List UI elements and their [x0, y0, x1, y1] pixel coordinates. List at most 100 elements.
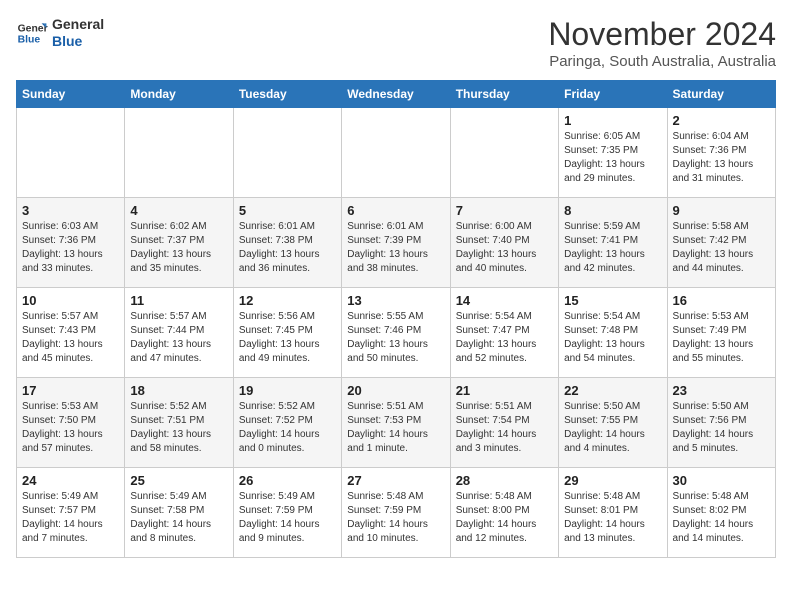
day-info: Sunrise: 6:00 AM Sunset: 7:40 PM Dayligh…	[456, 220, 553, 276]
logo-text-general: General	[52, 16, 104, 33]
day-info: Sunrise: 5:54 AM Sunset: 7:48 PM Dayligh…	[564, 310, 661, 366]
day-number: 6	[347, 203, 444, 218]
calendar-cell: 18 Sunrise: 5:52 AM Sunset: 7:51 PM Dayli…	[125, 378, 233, 468]
calendar-week-1: 1 Sunrise: 6:05 AM Sunset: 7:35 PM Daylig…	[17, 108, 776, 198]
logo: General Blue General Blue	[16, 16, 104, 50]
calendar-cell: 14 Sunrise: 5:54 AM Sunset: 7:47 PM Dayli…	[450, 288, 558, 378]
calendar-cell: 19 Sunrise: 5:52 AM Sunset: 7:52 PM Dayli…	[233, 378, 341, 468]
weekday-tuesday: Tuesday	[233, 81, 341, 108]
day-info: Sunrise: 5:48 AM Sunset: 8:02 PM Dayligh…	[673, 490, 770, 546]
day-number: 22	[564, 383, 661, 398]
day-info: Sunrise: 6:01 AM Sunset: 7:39 PM Dayligh…	[347, 220, 444, 276]
calendar-cell: 1 Sunrise: 6:05 AM Sunset: 7:35 PM Daylig…	[559, 108, 667, 198]
day-info: Sunrise: 5:48 AM Sunset: 8:00 PM Dayligh…	[456, 490, 553, 546]
calendar-cell	[17, 108, 125, 198]
calendar-cell: 26 Sunrise: 5:49 AM Sunset: 7:59 PM Dayli…	[233, 468, 341, 558]
calendar-cell: 17 Sunrise: 5:53 AM Sunset: 7:50 PM Dayli…	[17, 378, 125, 468]
calendar-cell: 21 Sunrise: 5:51 AM Sunset: 7:54 PM Dayli…	[450, 378, 558, 468]
day-info: Sunrise: 5:53 AM Sunset: 7:50 PM Dayligh…	[22, 400, 119, 456]
day-info: Sunrise: 5:53 AM Sunset: 7:49 PM Dayligh…	[673, 310, 770, 366]
day-number: 20	[347, 383, 444, 398]
day-info: Sunrise: 6:01 AM Sunset: 7:38 PM Dayligh…	[239, 220, 336, 276]
day-info: Sunrise: 5:48 AM Sunset: 7:59 PM Dayligh…	[347, 490, 444, 546]
day-number: 17	[22, 383, 119, 398]
weekday-monday: Monday	[125, 81, 233, 108]
calendar-cell: 15 Sunrise: 5:54 AM Sunset: 7:48 PM Dayli…	[559, 288, 667, 378]
day-info: Sunrise: 5:57 AM Sunset: 7:44 PM Dayligh…	[130, 310, 227, 366]
day-number: 10	[22, 293, 119, 308]
day-number: 12	[239, 293, 336, 308]
day-info: Sunrise: 5:58 AM Sunset: 7:42 PM Dayligh…	[673, 220, 770, 276]
calendar-cell: 28 Sunrise: 5:48 AM Sunset: 8:00 PM Dayli…	[450, 468, 558, 558]
day-number: 1	[564, 113, 661, 128]
calendar-cell: 4 Sunrise: 6:02 AM Sunset: 7:37 PM Daylig…	[125, 198, 233, 288]
day-number: 9	[673, 203, 770, 218]
weekday-saturday: Saturday	[667, 81, 775, 108]
day-number: 16	[673, 293, 770, 308]
calendar-cell: 10 Sunrise: 5:57 AM Sunset: 7:43 PM Dayli…	[17, 288, 125, 378]
title-section: November 2024 Paringa, South Australia, …	[548, 16, 776, 70]
day-info: Sunrise: 5:54 AM Sunset: 7:47 PM Dayligh…	[456, 310, 553, 366]
day-number: 8	[564, 203, 661, 218]
day-number: 5	[239, 203, 336, 218]
day-number: 21	[456, 383, 553, 398]
day-info: Sunrise: 6:05 AM Sunset: 7:35 PM Dayligh…	[564, 130, 661, 186]
calendar-cell: 25Sunrise: 5:49 AM Sunset: 7:58 PM Dayli…	[125, 468, 233, 558]
calendar-week-2: 3 Sunrise: 6:03 AM Sunset: 7:36 PM Daylig…	[17, 198, 776, 288]
location-title: Paringa, South Australia, Australia	[548, 53, 776, 70]
weekday-header-row: SundayMondayTuesdayWednesdayThursdayFrid…	[17, 81, 776, 108]
day-info: Sunrise: 5:55 AM Sunset: 7:46 PM Dayligh…	[347, 310, 444, 366]
day-number: 13	[347, 293, 444, 308]
calendar-week-5: 24 Sunrise: 5:49 AM Sunset: 7:57 PM Dayli…	[17, 468, 776, 558]
day-number: 11	[130, 293, 227, 308]
calendar-cell: 6 Sunrise: 6:01 AM Sunset: 7:39 PM Daylig…	[342, 198, 450, 288]
day-number: 23	[673, 383, 770, 398]
day-info: Sunrise: 6:03 AM Sunset: 7:36 PM Dayligh…	[22, 220, 119, 276]
calendar-cell	[342, 108, 450, 198]
weekday-friday: Friday	[559, 81, 667, 108]
calendar-cell: 8Sunrise: 5:59 AM Sunset: 7:41 PM Daylig…	[559, 198, 667, 288]
calendar-cell: 12 Sunrise: 5:56 AM Sunset: 7:45 PM Dayli…	[233, 288, 341, 378]
day-number: 30	[673, 473, 770, 488]
day-info: Sunrise: 5:51 AM Sunset: 7:53 PM Dayligh…	[347, 400, 444, 456]
day-number: 29	[564, 473, 661, 488]
day-number: 7	[456, 203, 553, 218]
logo-icon: General Blue	[16, 17, 48, 49]
calendar-cell: 22Sunrise: 5:50 AM Sunset: 7:55 PM Dayli…	[559, 378, 667, 468]
calendar-cell: 20 Sunrise: 5:51 AM Sunset: 7:53 PM Dayli…	[342, 378, 450, 468]
day-info: Sunrise: 5:51 AM Sunset: 7:54 PM Dayligh…	[456, 400, 553, 456]
day-info: Sunrise: 5:57 AM Sunset: 7:43 PM Dayligh…	[22, 310, 119, 366]
day-info: Sunrise: 5:49 AM Sunset: 7:57 PM Dayligh…	[22, 490, 119, 546]
calendar-table: SundayMondayTuesdayWednesdayThursdayFrid…	[16, 80, 776, 558]
calendar-cell	[125, 108, 233, 198]
day-info: Sunrise: 5:48 AM Sunset: 8:01 PM Dayligh…	[564, 490, 661, 546]
calendar-cell: 5 Sunrise: 6:01 AM Sunset: 7:38 PM Daylig…	[233, 198, 341, 288]
day-number: 4	[130, 203, 227, 218]
day-info: Sunrise: 5:52 AM Sunset: 7:51 PM Dayligh…	[130, 400, 227, 456]
day-number: 15	[564, 293, 661, 308]
weekday-wednesday: Wednesday	[342, 81, 450, 108]
calendar-week-3: 10 Sunrise: 5:57 AM Sunset: 7:43 PM Dayli…	[17, 288, 776, 378]
day-info: Sunrise: 6:04 AM Sunset: 7:36 PM Dayligh…	[673, 130, 770, 186]
day-number: 19	[239, 383, 336, 398]
calendar-week-4: 17 Sunrise: 5:53 AM Sunset: 7:50 PM Dayli…	[17, 378, 776, 468]
day-info: Sunrise: 5:49 AM Sunset: 7:58 PM Dayligh…	[130, 490, 227, 546]
day-number: 28	[456, 473, 553, 488]
day-number: 3	[22, 203, 119, 218]
page-header: General Blue General Blue November 2024 …	[16, 16, 776, 70]
day-number: 24	[22, 473, 119, 488]
calendar-cell: 13 Sunrise: 5:55 AM Sunset: 7:46 PM Dayli…	[342, 288, 450, 378]
day-info: Sunrise: 5:56 AM Sunset: 7:45 PM Dayligh…	[239, 310, 336, 366]
calendar-cell: 11 Sunrise: 5:57 AM Sunset: 7:44 PM Dayli…	[125, 288, 233, 378]
calendar-cell: 3 Sunrise: 6:03 AM Sunset: 7:36 PM Daylig…	[17, 198, 125, 288]
day-number: 18	[130, 383, 227, 398]
day-number: 14	[456, 293, 553, 308]
day-info: Sunrise: 5:49 AM Sunset: 7:59 PM Dayligh…	[239, 490, 336, 546]
weekday-sunday: Sunday	[17, 81, 125, 108]
day-info: Sunrise: 6:02 AM Sunset: 7:37 PM Dayligh…	[130, 220, 227, 276]
logo-text-blue: Blue	[52, 33, 104, 50]
calendar-cell: 27 Sunrise: 5:48 AM Sunset: 7:59 PM Dayli…	[342, 468, 450, 558]
day-number: 27	[347, 473, 444, 488]
day-info: Sunrise: 5:52 AM Sunset: 7:52 PM Dayligh…	[239, 400, 336, 456]
day-number: 26	[239, 473, 336, 488]
